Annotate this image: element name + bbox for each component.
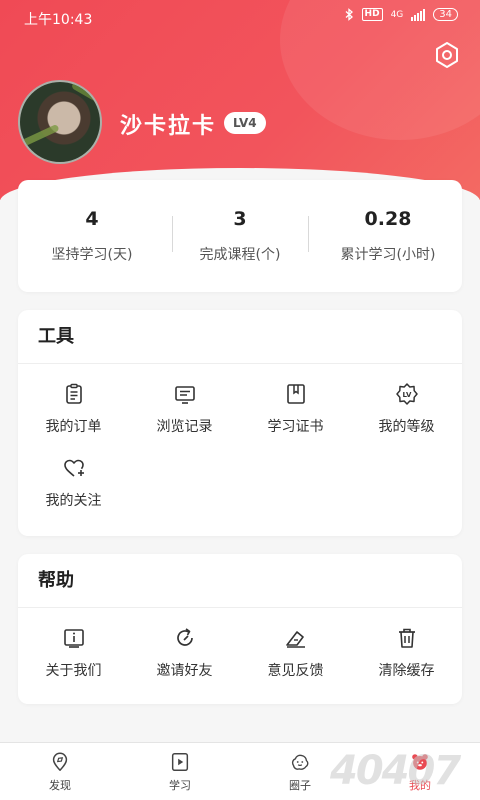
- bluetooth-icon: [345, 8, 353, 21]
- tool-my-follows[interactable]: 我的关注: [18, 452, 129, 526]
- stat-study-hours[interactable]: 0.28 累计学习(小时): [314, 208, 462, 264]
- stat-label: 坚持学习(天): [51, 247, 133, 263]
- certificate-icon: [286, 384, 305, 404]
- status-time: 上午10:43: [24, 12, 93, 28]
- nav-label: 圈子: [289, 778, 311, 792]
- discover-icon: [52, 752, 68, 771]
- help-title: 帮助: [18, 554, 462, 608]
- tool-label: 我的等级: [378, 419, 435, 435]
- stats-card: 4 坚持学习(天) 3 完成课程(个) 0.28 累计学习(小时): [18, 180, 462, 292]
- nav-discover[interactable]: 发现: [0, 743, 120, 800]
- tools-title: 工具: [18, 310, 462, 364]
- tool-label: 我的关注: [45, 493, 102, 509]
- help-label: 关于我们: [45, 663, 102, 679]
- stat-divider: [308, 216, 309, 252]
- nav-label: 学习: [169, 778, 191, 792]
- stat-value: 4: [85, 208, 99, 230]
- help-label: 清除缓存: [378, 663, 435, 679]
- avatar-decoration: [20, 123, 60, 148]
- profile-icon: [412, 753, 428, 770]
- tool-label: 浏览记录: [156, 419, 213, 435]
- help-card: 帮助 关于我们 邀请好友 意见反馈 清除缓存: [18, 554, 462, 704]
- help-about-us[interactable]: 关于我们: [18, 622, 129, 696]
- stat-study-days[interactable]: 4 坚持学习(天): [18, 208, 166, 264]
- help-grid: 关于我们 邀请好友 意见反馈 清除缓存: [18, 608, 462, 696]
- help-label: 意见反馈: [267, 663, 324, 679]
- battery-icon: 34: [433, 8, 458, 21]
- tool-my-level[interactable]: LV 我的等级: [351, 378, 462, 452]
- stat-value: 3: [233, 208, 247, 230]
- tools-grid: 我的订单 浏览记录 学习证书 LV 我的等级 我的关注: [18, 364, 462, 526]
- bottom-nav: 发现 学习 圈子 我的: [0, 742, 480, 800]
- study-icon: [171, 752, 189, 771]
- tool-my-orders[interactable]: 我的订单: [18, 378, 129, 452]
- settings-button[interactable]: [432, 40, 462, 70]
- help-invite-friends[interactable]: 邀请好友: [129, 622, 240, 696]
- tool-label: 学习证书: [267, 419, 324, 435]
- stat-completed-courses[interactable]: 3 完成课程(个): [166, 208, 314, 264]
- circle-icon: [291, 754, 309, 770]
- signal-icon: [411, 8, 426, 21]
- invite-icon: [176, 628, 193, 646]
- help-clear-cache[interactable]: 清除缓存: [351, 622, 462, 696]
- stat-label: 完成课程(个): [199, 247, 281, 263]
- feedback-icon: [285, 631, 305, 648]
- username[interactable]: 沙卡拉卡: [120, 108, 216, 140]
- stat-value: 0.28: [364, 208, 412, 230]
- level-badge[interactable]: LV4: [224, 112, 266, 134]
- svg-text:LV: LV: [402, 391, 411, 399]
- nav-profile[interactable]: 我的: [360, 743, 480, 800]
- order-icon: [65, 383, 82, 404]
- nav-label: 发现: [49, 778, 71, 792]
- about-icon: [63, 629, 84, 648]
- hd-badge: HD: [361, 8, 383, 21]
- history-icon: [174, 386, 195, 404]
- tool-browse-history[interactable]: 浏览记录: [129, 378, 240, 452]
- trash-icon: [398, 628, 415, 648]
- nav-circle[interactable]: 圈子: [240, 743, 360, 800]
- help-feedback[interactable]: 意见反馈: [240, 622, 351, 696]
- help-label: 邀请好友: [156, 663, 213, 679]
- status-bar: 上午10:43 HD 4G 34: [0, 0, 480, 34]
- tool-label: 我的订单: [45, 419, 102, 435]
- level-icon: LV: [395, 383, 418, 405]
- nav-study[interactable]: 学习: [120, 743, 240, 800]
- stat-label: 累计学习(小时): [340, 247, 436, 263]
- follow-icon: [63, 459, 84, 477]
- status-icons: HD 4G 34: [345, 8, 458, 21]
- network-label: 4G: [390, 9, 404, 20]
- nav-label: 我的: [409, 778, 431, 792]
- tools-card: 工具 我的订单 浏览记录 学习证书 LV 我的等级 我的关注: [18, 310, 462, 536]
- avatar[interactable]: [18, 80, 102, 164]
- settings-icon: [436, 42, 458, 68]
- tool-certificates[interactable]: 学习证书: [240, 378, 351, 452]
